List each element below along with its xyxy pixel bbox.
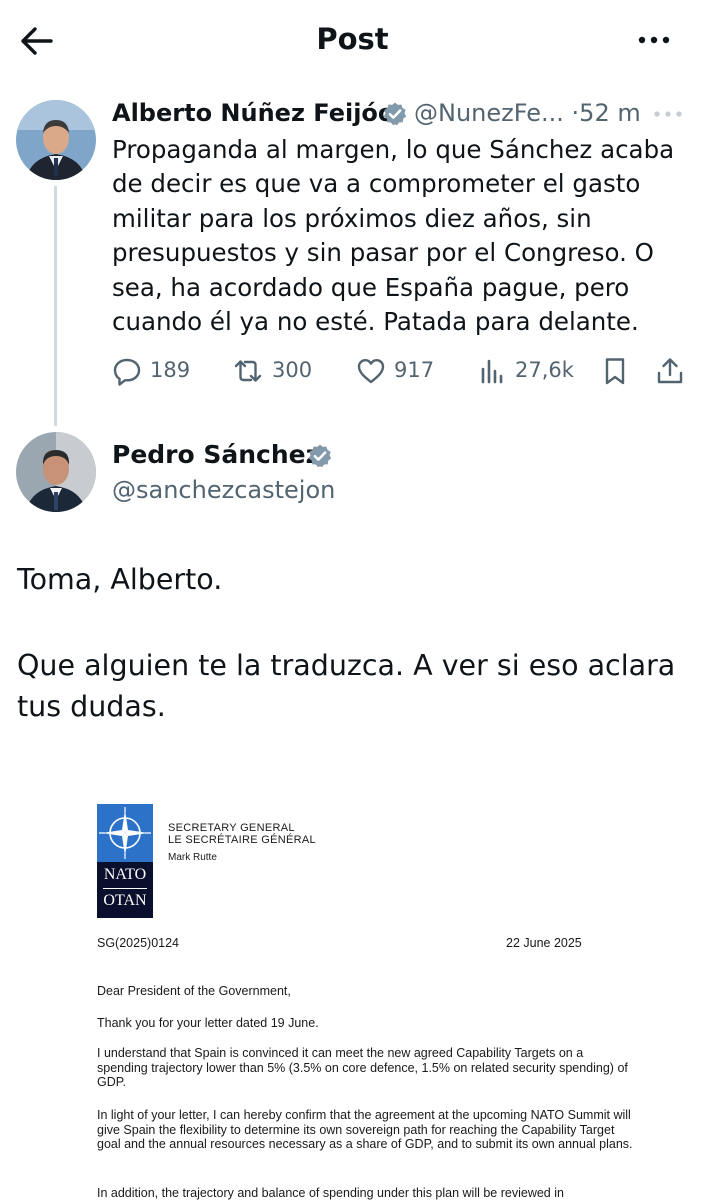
repost-button[interactable] [232, 356, 262, 386]
views-button[interactable] [478, 356, 508, 386]
logo-text-nato: NATO [103, 866, 147, 883]
verified-badge-icon [308, 444, 332, 468]
letter-paragraph-1: Thank you for your letter dated 19 June. [97, 1016, 319, 1030]
tweet-more-button[interactable] [650, 104, 686, 124]
signatory-name: Mark Rutte [168, 852, 217, 863]
letter-paragraph-4: In addition, the trajectory and balance … [97, 1186, 564, 1200]
office-title-fr: LE SECRÉTAIRE GÉNÉRAL [168, 834, 316, 846]
tweet-text-line-2: Que alguien te la traduzca. A ver si eso… [17, 649, 676, 723]
author-name[interactable]: Pedro Sánchez [112, 440, 320, 469]
like-count: 917 [394, 358, 435, 382]
repost-count: 300 [272, 358, 313, 382]
attached-letter-image[interactable]: NATO OTAN SECRETARY GENERAL LE SECRÉTAIR… [0, 768, 705, 1200]
timestamp[interactable]: 52 m [579, 99, 641, 127]
view-count: 27,6k [515, 358, 574, 382]
thread-connector [54, 186, 57, 426]
avatar-sanchez[interactable] [16, 432, 96, 512]
avatar-feijoo[interactable] [16, 100, 96, 180]
logo-text-otan: OTAN [103, 892, 147, 909]
letter-date: 22 June 2025 [506, 936, 582, 950]
reply-button[interactable] [112, 356, 142, 386]
tweet-text: Propaganda al margen, lo que Sánchez aca… [112, 135, 675, 337]
more-options-button[interactable] [634, 24, 674, 56]
author-handle[interactable]: @NunezFe... [414, 99, 564, 127]
bookmark-button[interactable] [600, 356, 630, 386]
verified-badge-icon [383, 102, 407, 126]
page-title: Post [316, 22, 389, 56]
share-button[interactable] [655, 356, 685, 386]
nato-logo: NATO OTAN [97, 804, 153, 918]
like-button[interactable] [356, 356, 386, 386]
office-title-en: SECRETARY GENERAL [168, 822, 295, 834]
reply-count: 189 [150, 358, 191, 382]
top-bar: Post [0, 0, 705, 80]
bookmark-icon [605, 358, 625, 385]
reply-icon [113, 358, 141, 386]
letter-paragraph-2: I understand that Spain is convinced it … [97, 1046, 628, 1089]
nato-compass-emblem [97, 804, 153, 862]
repost-icon [234, 360, 262, 382]
tweet-text-line-1: Toma, Alberto. [17, 563, 223, 596]
share-icon [657, 358, 683, 384]
heart-icon [357, 359, 385, 384]
letter-reference: SG(2025)0124 [97, 936, 180, 950]
more-horizontal-icon [654, 111, 682, 117]
author-handle[interactable]: @sanchezcastejon [112, 476, 335, 504]
letter-salutation: Dear President of the Government, [97, 984, 291, 998]
more-vertical-icon [638, 36, 670, 44]
author-name[interactable]: Alberto Núñez Feijóo [112, 99, 394, 127]
author-handle-line: @NunezFe... ·52 m [414, 99, 641, 127]
analytics-bar-icon [481, 359, 503, 384]
letter-paragraph-3: In light of your letter, I can hereby co… [97, 1108, 633, 1151]
logo-divider [103, 888, 147, 889]
